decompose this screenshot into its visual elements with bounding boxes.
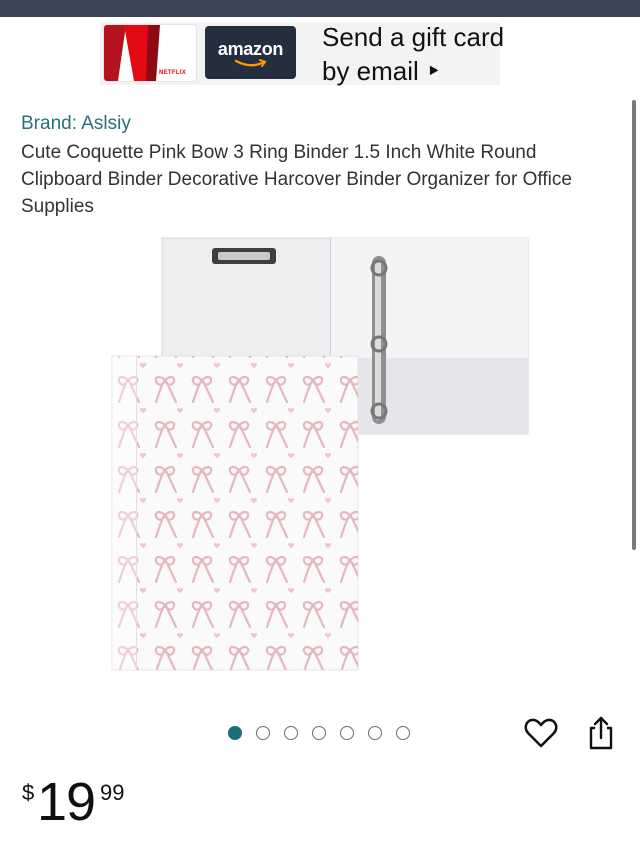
heart-icon [524,718,558,748]
share-icon [589,716,613,750]
carousel-dot[interactable] [284,726,298,740]
netflix-wordmark: NETFLIX [159,70,187,76]
carousel-dot[interactable] [340,726,354,740]
brand-link[interactable]: Brand: Aslsiy [21,113,131,135]
ad-headline-line1: Send a gift card [322,22,505,52]
ad-headline-line2: by email ‣ [322,56,442,86]
status-bar [0,0,640,17]
product-title: Cute Coquette Pink Bow 3 Ring Binder 1.5… [21,142,572,217]
wishlist-button[interactable] [524,717,558,749]
amazon-wordmark: amazon [217,39,284,59]
price-currency-symbol: $ [22,780,35,805]
ad-headline[interactable]: Send a gift card by email ‣ [322,20,504,88]
price-fraction: 99 [100,780,125,805]
carousel-dot[interactable] [228,726,242,740]
share-button[interactable] [586,715,616,751]
carousel-dot[interactable] [396,726,410,740]
amazon-gift-card-image: amazon [205,26,296,79]
carousel-dot[interactable] [368,726,382,740]
carousel-dot[interactable] [312,726,326,740]
product-image[interactable] [110,236,530,672]
carousel-dot[interactable] [256,726,270,740]
binder-illustration [111,237,529,671]
gift-card-ad-banner[interactable]: NETFLIX amazon Send a gift card by email… [0,17,640,93]
netflix-gift-card-image: NETFLIX [104,25,196,81]
page-scrollbar[interactable] [632,100,636,550]
image-carousel-indicator [228,726,410,740]
price-whole: 19 [37,772,96,832]
amazon-smile-icon [235,59,267,67]
